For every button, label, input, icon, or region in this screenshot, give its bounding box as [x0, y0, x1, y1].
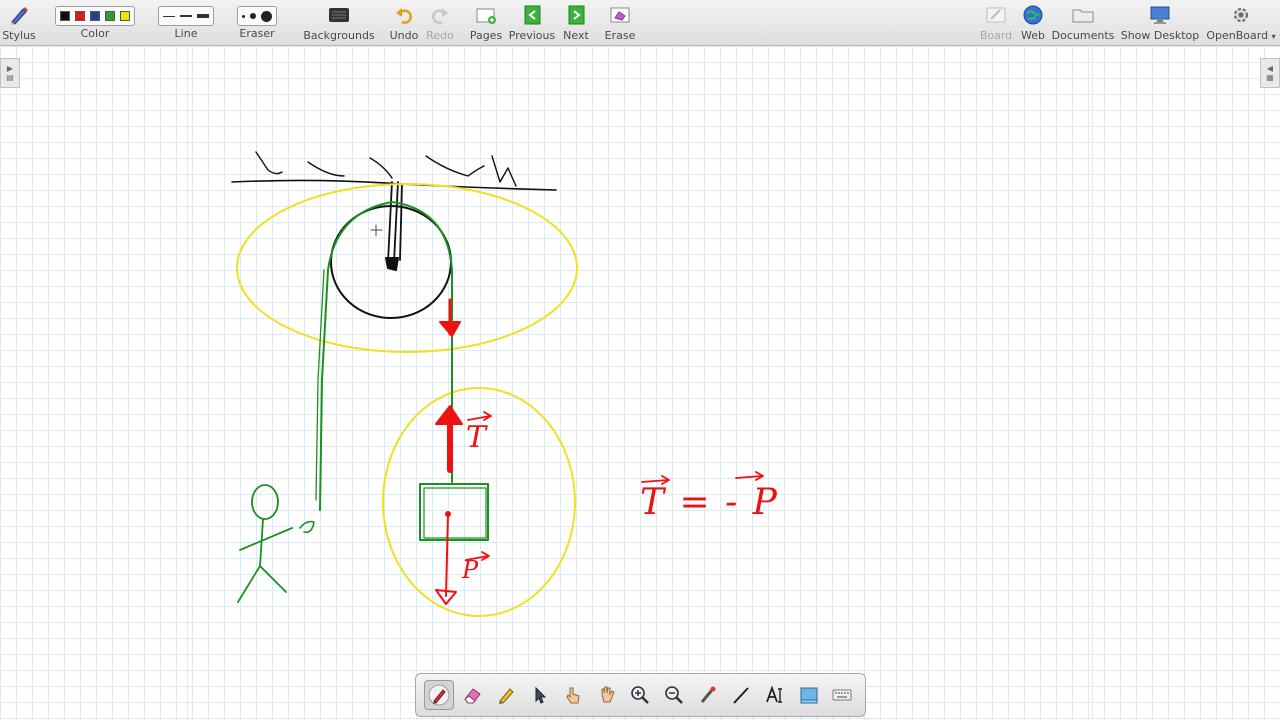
- show-desktop-label: Show Desktop: [1120, 29, 1200, 42]
- capture-icon: [800, 687, 817, 704]
- next-button[interactable]: Next: [560, 0, 592, 46]
- backgrounds-button[interactable]: Backgrounds: [302, 0, 376, 46]
- openboard-label: OpenBoard ▾: [1206, 30, 1275, 43]
- tension-label: T: [466, 420, 487, 455]
- openboard-menu-button[interactable]: OpenBoard ▾: [1204, 0, 1278, 46]
- color-label: Color: [80, 27, 110, 40]
- keyboard-icon: [832, 689, 852, 701]
- redo-button[interactable]: Redo: [424, 0, 456, 46]
- line-medium-option[interactable]: [180, 15, 192, 17]
- main-toolbar: Stylus Color Line Eraser Backgrounds Und…: [0, 0, 1280, 46]
- color-blue-swatch[interactable]: [90, 11, 100, 21]
- highlighter-icon: [499, 688, 514, 704]
- force-equation-text: T = - P: [640, 482, 779, 523]
- stylus-button[interactable]: Stylus: [2, 0, 36, 46]
- text-icon: [766, 685, 782, 703]
- documents-label: Documents: [1051, 29, 1115, 42]
- eraser-size-palette: [237, 6, 277, 26]
- keyboard-tool-button[interactable]: [827, 680, 857, 710]
- interact-icon: [566, 687, 580, 704]
- erase-button[interactable]: Erase: [602, 0, 638, 46]
- text-tool-button[interactable]: [760, 680, 790, 710]
- whiteboard-canvas[interactable]: ▶ ▤ ◀ ▦ T P T = - P: [0, 46, 1280, 720]
- hand-icon: [601, 686, 615, 703]
- undo-button[interactable]: Undo: [388, 0, 420, 46]
- next-label: Next: [563, 29, 589, 42]
- interact-tool-button[interactable]: [558, 680, 588, 710]
- board-icon: [985, 0, 1007, 30]
- zoom-in-tool-button[interactable]: [625, 680, 655, 710]
- eraser-small-option[interactable]: [242, 14, 245, 18]
- pulley-sketch-drawing: [231, 151, 764, 617]
- show-desktop-button[interactable]: Show Desktop: [1120, 0, 1200, 46]
- color-black-swatch[interactable]: [60, 11, 70, 21]
- zoom-in-icon: [631, 686, 650, 704]
- color-red-swatch[interactable]: [75, 11, 85, 21]
- eraser-icon: [464, 688, 482, 704]
- eraser-tool-button[interactable]: [457, 680, 487, 710]
- eraser-group: Eraser: [227, 0, 287, 46]
- gear-icon: [1231, 0, 1251, 30]
- eraser-label: Eraser: [239, 27, 275, 40]
- select-icon: [535, 686, 546, 704]
- line-width-palette: [158, 6, 214, 26]
- select-tool-button[interactable]: [525, 680, 555, 710]
- backgrounds-label: Backgrounds: [303, 29, 375, 42]
- weight-label: P: [462, 556, 479, 584]
- pages-button[interactable]: Pages: [468, 0, 504, 46]
- line-icon: [733, 687, 750, 704]
- pages-icon: [475, 0, 497, 30]
- previous-page-icon: [522, 0, 542, 30]
- pen-icon: [428, 684, 450, 706]
- hand-tool-button[interactable]: [592, 680, 622, 710]
- globe-icon: [1022, 0, 1044, 30]
- folder-icon: [1071, 0, 1095, 30]
- board-mode-button[interactable]: Board: [978, 0, 1014, 46]
- zoom-out-icon: [665, 686, 683, 704]
- undo-icon: [394, 0, 414, 30]
- color-yellow-swatch[interactable]: [120, 11, 130, 21]
- documents-mode-button[interactable]: Documents: [1052, 0, 1114, 46]
- web-mode-button[interactable]: Web: [1018, 0, 1048, 46]
- erase-page-icon: [609, 0, 631, 30]
- undo-label: Undo: [389, 29, 419, 42]
- capture-tool-button[interactable]: [794, 680, 824, 710]
- color-palette: [55, 6, 135, 26]
- color-green-swatch[interactable]: [105, 11, 115, 21]
- next-page-icon: [566, 0, 586, 30]
- pen-tool-button[interactable]: [423, 680, 454, 710]
- line-thin-option[interactable]: [163, 15, 175, 17]
- redo-label: Redo: [426, 29, 454, 42]
- erase-label: Erase: [604, 29, 636, 42]
- stylus-icon: [8, 0, 30, 30]
- redo-icon: [430, 0, 450, 30]
- board-label: Board: [979, 29, 1013, 42]
- line-label: Line: [174, 27, 198, 40]
- laser-pointer-icon: [700, 686, 716, 703]
- line-group: Line: [156, 0, 216, 46]
- color-group: Color: [46, 0, 144, 46]
- line-thick-option[interactable]: [197, 14, 209, 18]
- previous-button[interactable]: Previous: [509, 0, 555, 46]
- backgrounds-icon: [328, 0, 350, 30]
- eraser-medium-option[interactable]: [250, 13, 256, 19]
- highlighter-tool-button[interactable]: [491, 680, 521, 710]
- pages-label: Pages: [469, 29, 503, 42]
- zoom-out-tool-button[interactable]: [659, 680, 689, 710]
- previous-label: Previous: [508, 29, 556, 42]
- stylus-label: Stylus: [2, 29, 36, 42]
- web-label: Web: [1021, 29, 1045, 42]
- desktop-icon: [1149, 0, 1171, 30]
- eraser-large-option[interactable]: [261, 10, 272, 22]
- laser-pointer-tool-button[interactable]: [693, 680, 723, 710]
- stylus-palette: [415, 673, 866, 717]
- chevron-down-icon: ▾: [1271, 32, 1276, 41]
- line-tool-button[interactable]: [726, 680, 756, 710]
- openboard-label-text: OpenBoard: [1206, 29, 1269, 42]
